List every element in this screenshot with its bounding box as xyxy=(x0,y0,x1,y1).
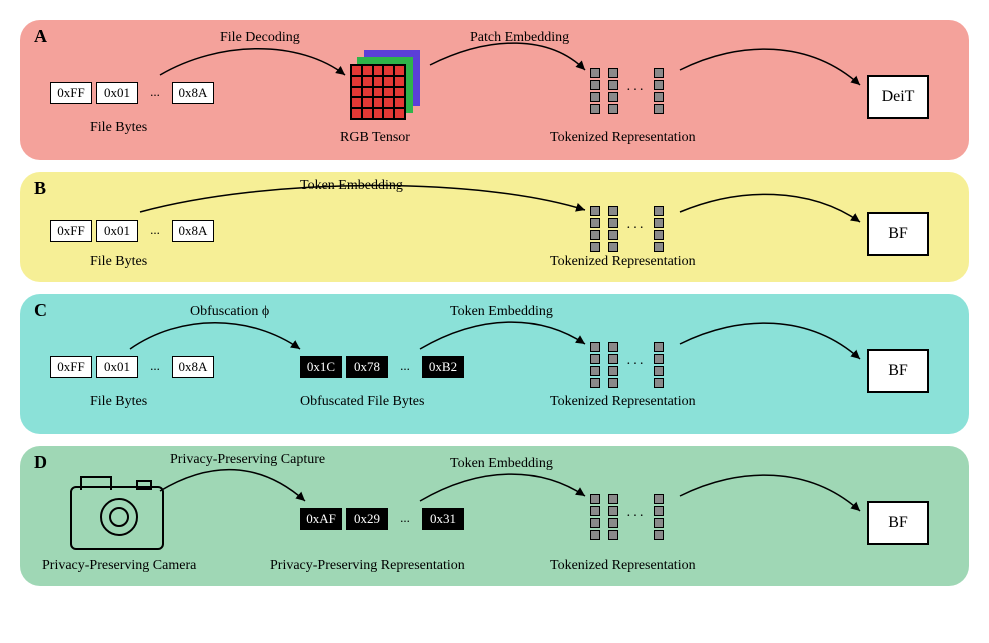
obf-byte: 0xB2 xyxy=(422,356,464,378)
obfuscated-bytes: 0x1C 0x78 ... 0xB2 xyxy=(300,356,464,378)
tokens-C: ··· xyxy=(590,342,664,388)
model-box-bf: BF xyxy=(867,212,929,256)
camera-icon xyxy=(70,486,164,550)
obf-byte: 0x78 xyxy=(346,356,388,378)
step-obfuscation: Obfuscation ϕ xyxy=(190,304,269,320)
file-bytes-A: 0xFF 0x01 ... 0x8A xyxy=(50,82,214,104)
step-file-decoding: File Decoding xyxy=(220,30,300,46)
caption-file-bytes: File Bytes xyxy=(90,254,147,270)
step-token-embedding: Token Embedding xyxy=(300,178,403,194)
byte-ellipsis: ... xyxy=(392,508,418,530)
byte: 0x01 xyxy=(96,82,138,104)
byte: 0xFF xyxy=(50,82,92,104)
panel-label-C: C xyxy=(34,300,47,321)
step-patch-embedding: Patch Embedding xyxy=(470,30,569,46)
priv-byte: 0x31 xyxy=(422,508,464,530)
panel-label-D: D xyxy=(34,452,47,473)
tokens-A: ··· xyxy=(590,68,664,114)
byte: 0x01 xyxy=(96,356,138,378)
byte-ellipsis: ... xyxy=(142,82,168,104)
step-privacy-capture: Privacy-Preserving Capture xyxy=(170,452,325,468)
step-token-embedding: Token Embedding xyxy=(450,456,553,472)
file-bytes-B: 0xFF 0x01 ... 0x8A xyxy=(50,220,214,242)
model-box-bf: BF xyxy=(867,349,929,393)
rgb-tensor xyxy=(350,50,420,120)
byte: 0x8A xyxy=(172,356,214,378)
panel-label-A: A xyxy=(34,26,47,47)
tokens-D: ··· xyxy=(590,494,664,540)
panel-A: A 0xFF 0x01 ... 0x8A File Bytes RGB Tens… xyxy=(20,20,969,160)
caption-tokens: Tokenized Representation xyxy=(550,130,696,146)
model-box-bf: BF xyxy=(867,501,929,545)
byte: 0x01 xyxy=(96,220,138,242)
caption-priv-repr: Privacy-Preserving Representation xyxy=(270,558,465,574)
caption-file-bytes: File Bytes xyxy=(90,120,147,136)
panel-B: B 0xFF 0x01 ... 0x8A File Bytes ··· Toke… xyxy=(20,172,969,282)
priv-byte: 0xAF xyxy=(300,508,342,530)
tokens-B: ··· xyxy=(590,206,664,252)
priv-byte: 0x29 xyxy=(346,508,388,530)
file-bytes-C: 0xFF 0x01 ... 0x8A xyxy=(50,356,214,378)
panel-D: D Privacy-Preserving Camera 0xAF 0x29 ..… xyxy=(20,446,969,586)
caption-obf-bytes: Obfuscated File Bytes xyxy=(300,394,424,410)
byte-ellipsis: ... xyxy=(142,220,168,242)
caption-tokens: Tokenized Representation xyxy=(550,394,696,410)
byte: 0x8A xyxy=(172,220,214,242)
step-token-embedding: Token Embedding xyxy=(450,304,553,320)
caption-tokens: Tokenized Representation xyxy=(550,254,696,270)
privacy-bytes: 0xAF 0x29 ... 0x31 xyxy=(300,508,464,530)
caption-file-bytes: File Bytes xyxy=(90,394,147,410)
caption-camera: Privacy-Preserving Camera xyxy=(42,558,196,574)
panel-label-B: B xyxy=(34,178,46,199)
panel-C: C 0xFF 0x01 ... 0x8A File Bytes 0x1C 0x7… xyxy=(20,294,969,434)
byte: 0x8A xyxy=(172,82,214,104)
caption-tokens: Tokenized Representation xyxy=(550,558,696,574)
byte: 0xFF xyxy=(50,220,92,242)
model-box-deit: DeiT xyxy=(867,75,929,119)
obf-byte: 0x1C xyxy=(300,356,342,378)
caption-rgb-tensor: RGB Tensor xyxy=(340,130,410,146)
byte-ellipsis: ... xyxy=(392,356,418,378)
pipeline-figure: A 0xFF 0x01 ... 0x8A File Bytes RGB Tens… xyxy=(20,20,969,598)
byte-ellipsis: ... xyxy=(142,356,168,378)
byte: 0xFF xyxy=(50,356,92,378)
